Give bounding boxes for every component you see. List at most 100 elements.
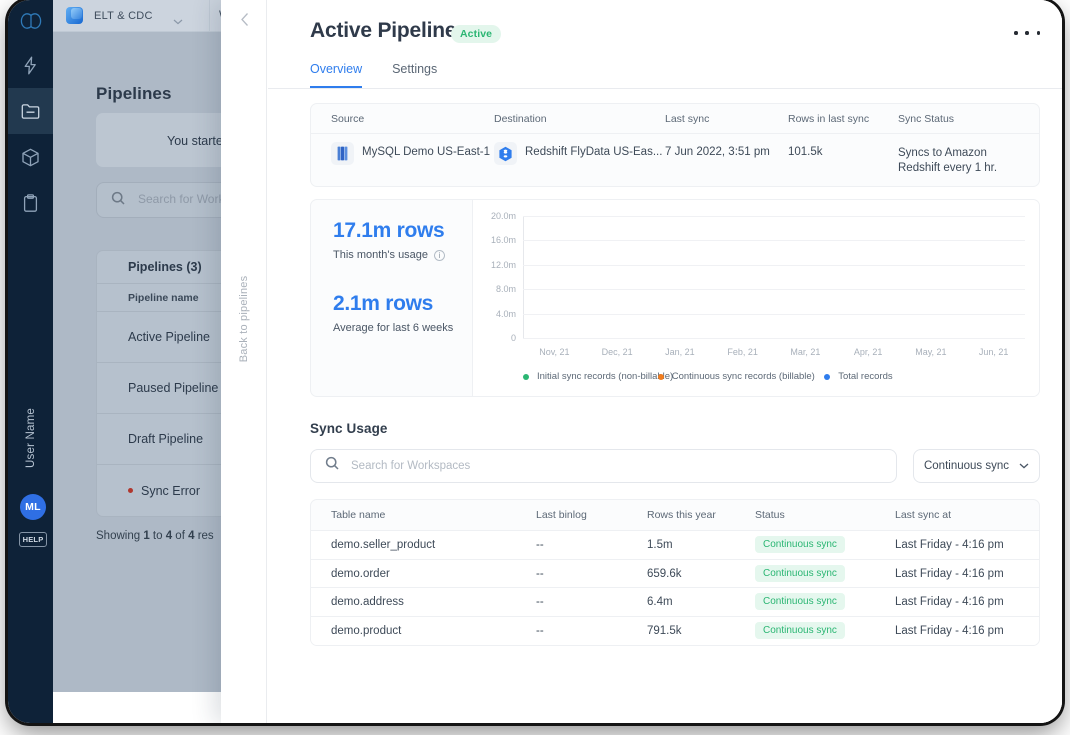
chevron-down-icon[interactable] xyxy=(173,12,183,30)
usage-table-header: Table name Last binlog Rows this year St… xyxy=(311,500,1039,531)
grid-line: 16.0m xyxy=(523,240,1025,241)
cell-last-sync-at: Last Friday - 4:16 pm xyxy=(895,539,1004,551)
summary-table-header: Source Destination Last sync Rows in las… xyxy=(311,104,1039,134)
x-axis-tick: Feb, 21 xyxy=(727,347,758,357)
status-badge: Continuous sync xyxy=(755,536,845,553)
stats-spacer xyxy=(333,261,472,292)
showing-mid1: to xyxy=(150,530,166,542)
legend-item[interactable]: Continuous sync records (billable) xyxy=(658,371,815,382)
x-axis-tick: Jan, 21 xyxy=(665,347,695,357)
avatar[interactable]: ML xyxy=(20,494,46,520)
cell-table-name: demo.product xyxy=(331,625,401,637)
y-axis-tick: 12.0m xyxy=(491,260,516,270)
error-dot-icon xyxy=(128,488,133,493)
topbar-divider xyxy=(209,0,210,32)
table-row[interactable]: demo.product -- 791.5k Continuous sync Last … xyxy=(311,617,1039,646)
cell-rows-this-year: 6.4m xyxy=(647,596,673,608)
plot-area: 04.0m8.0m12.0m16.0m20.0mNov, 21Dec, 21Ja… xyxy=(523,216,1025,338)
table-row[interactable]: demo.seller_product--1.5mContinuous sync… xyxy=(311,531,1039,560)
cell-table-name: demo.order xyxy=(331,568,390,580)
grid-line: 0 xyxy=(523,338,1025,339)
list-item-label: Draft Pipeline xyxy=(128,432,203,446)
list-item-label: Paused Pipeline xyxy=(128,381,218,395)
chart-legend: Initial sync records (non-billable)Conti… xyxy=(523,371,893,382)
info-icon[interactable]: i xyxy=(434,250,445,261)
workspace-logo-icon xyxy=(66,7,83,24)
app-window: User Name ML HELP ELT & CDC W Pipelines … xyxy=(8,0,1062,723)
cell-last-binlog: -- xyxy=(536,539,544,551)
col-sync-status: Sync Status xyxy=(898,113,954,125)
summary-table-row: MySQL Demo US-East-1 Redshift FlyData US… xyxy=(311,134,1039,187)
redshift-cluster-icon xyxy=(331,142,354,165)
status-badge: Continuous sync xyxy=(755,622,845,639)
table-row[interactable]: demo.address--6.4mContinuous syncLast Fr… xyxy=(311,588,1039,617)
cell-last-binlog: -- xyxy=(536,568,544,580)
page-title: Active Pipeline xyxy=(310,19,456,43)
x-axis-tick: Jun, 21 xyxy=(979,347,1009,357)
col-last-binlog: Last binlog xyxy=(536,509,587,521)
user-name-label: User Name xyxy=(25,402,37,474)
showing-suffix: res xyxy=(195,530,214,542)
usage-stats: 17.1m rows This month's usage i 2.1m row… xyxy=(311,200,472,396)
nav-rail: User Name ML HELP xyxy=(8,0,53,723)
col-rows-this-year: Rows this year xyxy=(647,509,716,521)
chevron-left-icon[interactable] xyxy=(235,9,255,29)
cell-last-sync-at: Last Friday - 4:16 pm xyxy=(895,625,1004,637)
showing-mid2: of xyxy=(172,530,188,542)
status-badge: Continuous sync xyxy=(755,565,845,582)
secondary-usage-label-text: Average for last 6 weeks xyxy=(333,322,453,334)
y-axis-tick: 4.0m xyxy=(496,309,516,319)
legend-label: Continuous sync records (billable) xyxy=(672,371,815,382)
usage-table-body: demo.seller_product--1.5mContinuous sync… xyxy=(311,531,1039,645)
chevron-down-icon xyxy=(1019,460,1029,472)
search-icon xyxy=(325,456,340,476)
status-badge: Continuous sync xyxy=(755,593,845,610)
cell-table-name: demo.seller_product xyxy=(331,539,435,551)
col-destination: Destination xyxy=(494,113,547,125)
y-axis xyxy=(523,216,524,338)
cell-last-sync-at: Last Friday - 4:16 pm xyxy=(895,596,1004,608)
col-table-name: Table name xyxy=(331,509,385,521)
col-last-sync-at: Last sync at xyxy=(895,509,951,521)
legend-item[interactable]: Total records xyxy=(824,371,892,382)
cell-source: MySQL Demo US-East-1 xyxy=(362,146,490,158)
logo-icon[interactable] xyxy=(8,0,53,42)
col-status: Status xyxy=(755,509,785,521)
search-field[interactable] xyxy=(310,449,897,483)
cell-last-binlog: -- xyxy=(536,625,544,637)
status-badge: Active xyxy=(451,25,501,43)
x-axis-tick: Nov, 21 xyxy=(539,347,569,357)
sync-type-filter[interactable]: Continuous sync xyxy=(913,449,1040,483)
grid-line: 20.0m xyxy=(523,216,1025,217)
legend-color-dot xyxy=(824,374,830,380)
tab-settings[interactable]: Settings xyxy=(392,62,437,88)
filter-label: Continuous sync xyxy=(924,460,1009,472)
search-input[interactable] xyxy=(351,460,896,472)
legend-label: Initial sync records (non-billable) xyxy=(537,371,673,382)
grid-line: 4.0m xyxy=(523,314,1025,315)
legend-color-dot xyxy=(658,374,664,380)
search-icon xyxy=(111,191,126,211)
list-item-label: Sync Error xyxy=(141,484,200,498)
y-axis-tick: 8.0m xyxy=(496,284,516,294)
showing-prefix: Showing xyxy=(96,530,143,542)
bolt-icon[interactable] xyxy=(8,42,53,88)
tab-bar: Overview Settings xyxy=(310,62,437,88)
more-options-icon[interactable] xyxy=(1014,24,1040,42)
package-icon[interactable] xyxy=(8,134,53,180)
workspace-name[interactable]: ELT & CDC xyxy=(94,10,153,22)
help-button[interactable]: HELP xyxy=(19,532,47,547)
redshift-icon xyxy=(494,142,517,165)
legend-item[interactable]: Initial sync records (non-billable) xyxy=(523,371,673,382)
clipboard-icon[interactable] xyxy=(8,180,53,226)
back-to-pipelines-label[interactable]: Back to pipelines xyxy=(238,271,250,367)
x-axis-tick: Dec, 21 xyxy=(602,347,633,357)
usage-chart-card: 17.1m rows This month's usage i 2.1m row… xyxy=(310,199,1040,397)
cell-rows-this-year: 791.5k xyxy=(647,625,682,637)
x-axis-tick: Mar, 21 xyxy=(790,347,820,357)
y-axis-tick: 20.0m xyxy=(491,211,516,221)
tab-overview[interactable]: Overview xyxy=(310,62,362,88)
cell-rows-this-year: 659.6k xyxy=(647,568,682,580)
table-row[interactable]: demo.order--659.6kContinuous syncLast Fr… xyxy=(311,560,1039,589)
folder-icon[interactable] xyxy=(8,88,53,134)
